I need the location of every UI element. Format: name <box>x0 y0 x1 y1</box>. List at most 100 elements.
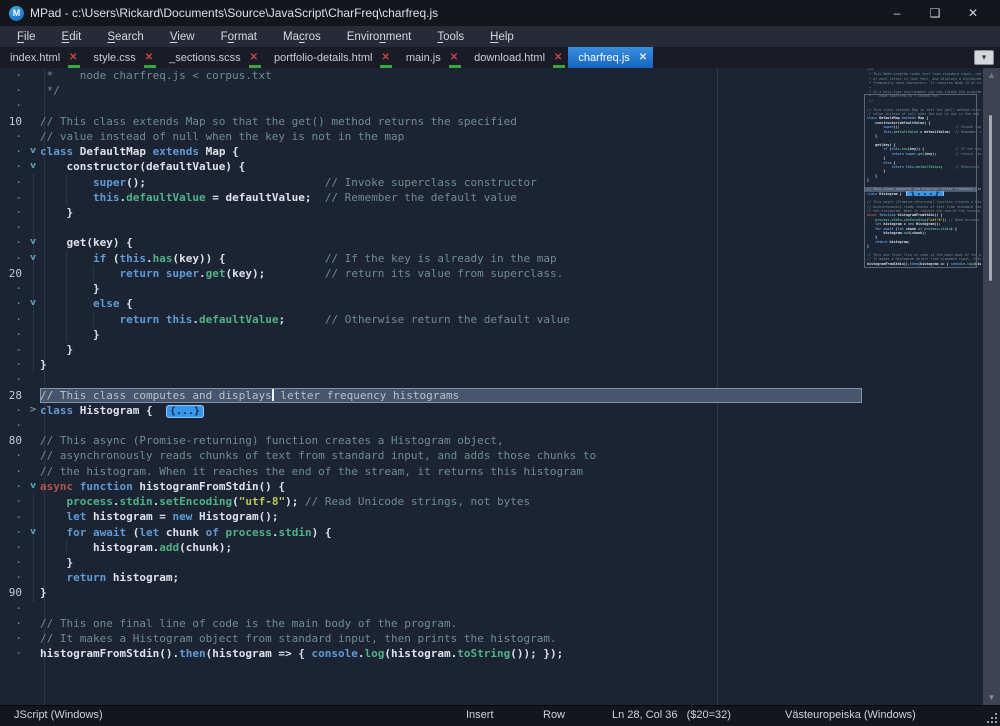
code-line[interactable]: ·v constructor(defaultValue) { <box>0 159 862 174</box>
status-insert-mode[interactable]: Insert <box>466 709 494 721</box>
fold-arrow-icon[interactable]: v <box>26 144 40 159</box>
tab-close-icon[interactable]: ✕ <box>639 52 647 63</box>
menu-macros[interactable]: Macros <box>270 29 334 45</box>
menu-file[interactable]: File <box>4 29 49 45</box>
menu-environment[interactable]: Environment <box>334 29 425 45</box>
code-line[interactable]: · return this.defaultValue; // Otherwise… <box>0 312 862 327</box>
code-line[interactable]: 10// This class extends Map so that the … <box>0 114 862 129</box>
vertical-scrollbar[interactable]: ▲ ▾ <box>983 68 1000 705</box>
tab-download-html[interactable]: download.html ✕ <box>464 47 568 68</box>
code-line[interactable]: · } <box>0 555 862 570</box>
tab-style-css[interactable]: style.css ✕ <box>84 47 160 68</box>
code-line[interactable]: ·// asynchronously reads chunks of text … <box>0 448 862 463</box>
code-line[interactable]: ·histogramFromStdin().then(histogram => … <box>0 646 862 661</box>
tab-close-icon[interactable]: ✕ <box>69 52 77 63</box>
line-number: · <box>0 479 26 494</box>
code-line[interactable]: · <box>0 418 862 433</box>
status-cursor-position[interactable]: Ln 28, Col 36 ($20=32) <box>612 709 731 721</box>
code-line[interactable]: ·>class Histogram { {...} <box>0 403 862 418</box>
code-line[interactable]: · <box>0 372 862 387</box>
tab-index-html[interactable]: index.html✕ <box>0 47 84 68</box>
minimap-viewport[interactable] <box>864 94 977 268</box>
status-row-mode[interactable]: Row <box>543 709 565 721</box>
code-line[interactable]: 20 return super.get(key); // return its … <box>0 266 862 281</box>
menu-format[interactable]: Format <box>208 29 270 45</box>
code-line[interactable]: 80// This async (Promise-returning) func… <box>0 433 862 448</box>
code-line[interactable]: ·vasync function histogramFromStdin() { <box>0 479 862 494</box>
tab-portfolio-details-html[interactable]: portfolio-details.html✕ <box>264 47 396 68</box>
code-line[interactable]: 90} <box>0 585 862 600</box>
code-text: // the histogram. When it reaches the en… <box>40 464 862 479</box>
code-line[interactable]: · return histogram; <box>0 570 862 585</box>
code-line[interactable]: · process.stdin.setEncoding("utf-8"); //… <box>0 494 862 509</box>
tab-close-icon[interactable]: ✕ <box>381 52 389 63</box>
code-line[interactable]: ·// value instead of null when the key i… <box>0 129 862 144</box>
menu-search[interactable]: Search <box>94 29 156 45</box>
fold-column <box>26 114 40 129</box>
line-number: · <box>0 296 26 311</box>
code-line[interactable]: ·v else { <box>0 296 862 311</box>
indent-guide <box>66 251 67 266</box>
code-area[interactable]: · * node charfreq.js < corpus.txt· */·10… <box>0 68 862 705</box>
code-line[interactable]: ·v if (this.has(key)) { // If the key is… <box>0 251 862 266</box>
code-line[interactable]: · <box>0 98 862 113</box>
status-bar: JScript (Windows) Insert Row Ln 28, Col 36 … <box>0 705 1000 726</box>
tab--sections-scss[interactable]: _sections.scss✕ <box>159 47 264 68</box>
tab-overflow-dropdown[interactable]: ▾ <box>974 50 994 65</box>
code-line[interactable]: ·// the histogram. When it reaches the e… <box>0 464 862 479</box>
code-line[interactable]: - } <box>0 342 862 357</box>
code-line[interactable]: ·v get(key) { <box>0 235 862 250</box>
status-syntax-mode[interactable]: JScript (Windows) <box>14 709 103 721</box>
line-number: · <box>0 372 26 387</box>
code-line[interactable]: · <box>0 220 862 235</box>
line-number: · <box>0 631 26 646</box>
minimap-indicator-icon[interactable]: ▲ <box>983 70 1000 80</box>
close-button[interactable]: ✕ <box>954 0 992 26</box>
code-line[interactable]: - this.defaultValue = defaultValue; // R… <box>0 190 862 205</box>
tab-label: style.css <box>94 52 136 64</box>
code-line[interactable]: ·v for await (let chunk of process.stdin… <box>0 525 862 540</box>
tab-close-icon[interactable]: ✕ <box>450 52 458 63</box>
scroll-down-icon[interactable]: ▾ <box>983 692 1000 703</box>
tab-label: download.html <box>474 52 545 64</box>
fold-badge[interactable]: {...} <box>166 405 204 418</box>
scrollbar-thumb[interactable] <box>989 115 992 281</box>
tab-main-js[interactable]: main.js✕ <box>396 47 464 68</box>
tab-close-icon[interactable]: ✕ <box>554 52 562 63</box>
code-line-current[interactable]: 28// This class computes and displays le… <box>0 388 862 403</box>
menu-edit[interactable]: Edit <box>49 29 95 45</box>
code-line[interactable]: · histogram.add(chunk); <box>0 540 862 555</box>
code-line[interactable]: ·} <box>0 357 862 372</box>
fold-arrow-icon[interactable]: v <box>26 479 40 494</box>
minimize-button[interactable]: – <box>878 0 916 26</box>
resize-grip-icon[interactable] <box>987 713 997 723</box>
code-line[interactable]: ·vclass DefaultMap extends Map { <box>0 144 862 159</box>
code-text: get(key) { <box>40 235 862 250</box>
line-number: · <box>0 159 26 174</box>
line-number: · <box>0 418 26 433</box>
code-line[interactable]: - let histogram = new Histogram(); <box>0 509 862 524</box>
code-line[interactable]: · } <box>0 327 862 342</box>
code-line[interactable]: · <box>0 601 862 616</box>
code-line[interactable]: ·// It makes a Histogram object from sta… <box>0 631 862 646</box>
tab-close-icon[interactable]: ✕ <box>145 52 153 63</box>
minimap[interactable]: /** * This Node program reads text from … <box>863 68 981 705</box>
code-text: } <box>40 327 862 342</box>
code-text <box>40 372 862 387</box>
tab-close-icon[interactable]: ✕ <box>250 52 258 63</box>
code-text: // This class extends Map so that the ge… <box>40 114 862 129</box>
tab-charfreq-js[interactable]: charfreq.js✕ <box>568 47 653 68</box>
code-line[interactable]: ·// This one final line of code is the m… <box>0 616 862 631</box>
menu-help[interactable]: Help <box>477 29 527 45</box>
code-line[interactable]: · * node charfreq.js < corpus.txt <box>0 68 862 83</box>
maximize-button[interactable]: ❑ <box>916 0 954 26</box>
code-line[interactable]: · } <box>0 205 862 220</box>
fold-arrow-icon[interactable]: > <box>26 403 40 418</box>
fold-arrow-icon[interactable]: v <box>26 159 40 174</box>
status-encoding[interactable]: Västeuropeiska (Windows) <box>785 709 916 721</box>
menu-tools[interactable]: Tools <box>424 29 477 45</box>
code-line[interactable]: · */ <box>0 83 862 98</box>
code-line[interactable]: · super(); // Invoke superclass construc… <box>0 175 862 190</box>
code-line[interactable]: · } <box>0 281 862 296</box>
menu-view[interactable]: View <box>157 29 208 45</box>
